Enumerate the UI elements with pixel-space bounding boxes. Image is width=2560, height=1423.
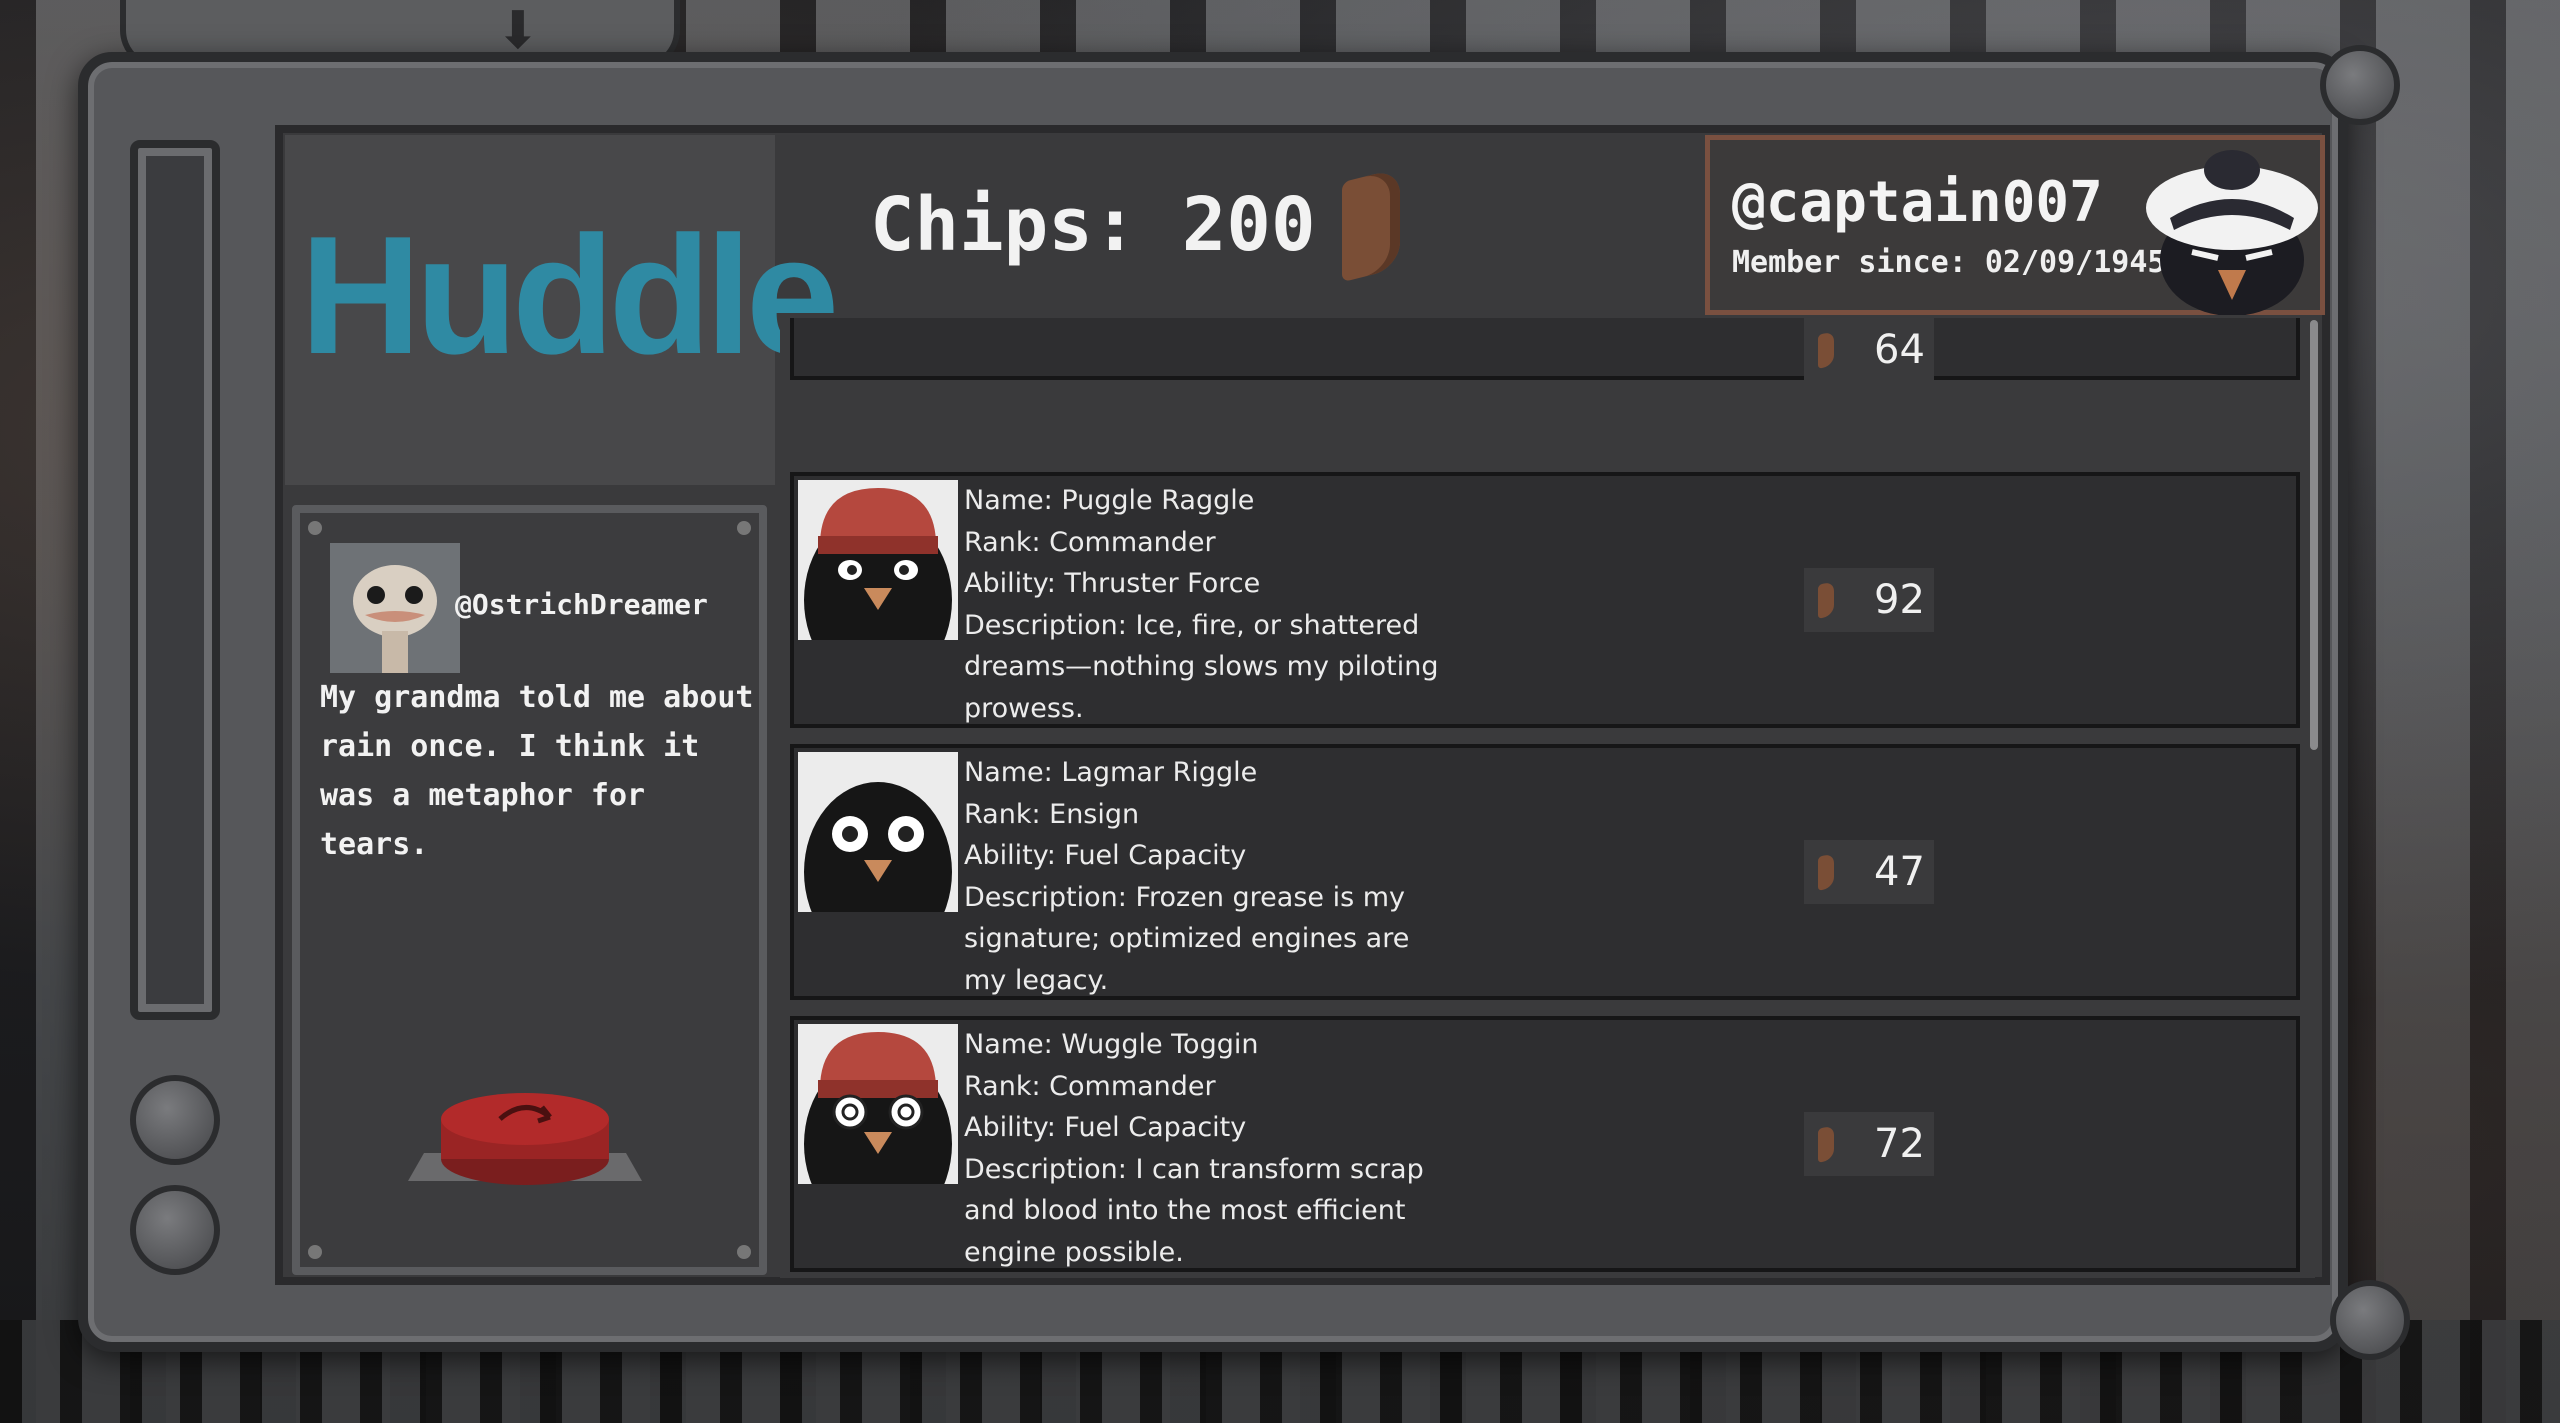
penguin-beanie-spiral-avatar <box>798 1024 958 1184</box>
crew-detail-line: Rank: Commander <box>964 526 1216 558</box>
chip-icon <box>1818 581 1834 619</box>
chip-icon <box>1818 1125 1834 1163</box>
left-slot <box>130 140 220 1020</box>
crew-card[interactable]: Name: Wuggle Toggin Rank: Commander Abilit… <box>790 1016 2300 1272</box>
price-value: 92 <box>1874 577 1925 623</box>
penguin-beanie-spiral-avatar-image <box>798 1024 958 1184</box>
price-value: 47 <box>1874 849 1925 895</box>
left-knob-upper <box>130 1075 220 1165</box>
penguin-beanie-avatar <box>798 480 958 640</box>
post-panel: @OstrichDreamer My grandma told me about… <box>292 505 767 1275</box>
crew-detail-line: Rank: Commander <box>964 1070 1216 1102</box>
post-text: My grandma told me about rain once. I th… <box>320 680 754 862</box>
chip-icon <box>1341 167 1400 283</box>
crew-detail-line: dreams—nothing slows my piloting <box>964 651 1439 682</box>
chips-display: Chips: 200 <box>870 167 1400 283</box>
crew-detail-line: Description: Ice, fire, or shattered <box>964 609 1420 641</box>
penguin-beanie-avatar-image <box>798 480 958 640</box>
crew-card[interactable]: Name: Lagmar Riggle Rank: Ensign Ability: … <box>790 744 2300 1000</box>
crew-detail-line: Description: Frozen grease is my <box>964 881 1406 913</box>
crew-detail-line: prowess. <box>964 692 1084 724</box>
crew-details: Name: Wuggle Toggin Rank: Commander Abilit… <box>964 1024 1484 1273</box>
penguin-goggles-avatar <box>798 752 958 912</box>
crew-detail-line: and blood into the most efficient <box>964 1195 1406 1226</box>
price-tag[interactable]: 72 <box>1804 1112 1934 1176</box>
crew-detail-line: Rank: Ensign <box>964 798 1140 830</box>
crew-detail-line: Ability: Fuel Capacity <box>964 1112 1247 1143</box>
crew-detail-line: Ability: Fuel Capacity <box>964 840 1247 871</box>
screw <box>737 521 751 535</box>
penguin-goggles-avatar-image <box>798 752 958 912</box>
app-logo: Huddle <box>300 201 839 389</box>
crew-detail-line: Description: I can transform scrap <box>964 1153 1424 1185</box>
left-knob-lower <box>130 1185 220 1275</box>
chip-icon <box>1818 331 1834 369</box>
price-value: 72 <box>1874 1121 1925 1167</box>
crew-card[interactable]: Name: Puggle Raggle Rank: Commander Abilit… <box>790 472 2300 728</box>
list-scrollbar[interactable] <box>2310 320 2318 750</box>
screw <box>737 1245 751 1259</box>
crew-details: Name: Lagmar Riggle Rank: Ensign Ability: … <box>964 752 1484 1001</box>
penguin-captain-avatar <box>2146 150 2318 315</box>
crew-detail-line: engine possible. <box>964 1236 1184 1268</box>
top-right-bolt <box>2320 45 2400 125</box>
crew-detail-line: Name: Lagmar Riggle <box>964 757 1258 788</box>
price-tag[interactable]: 47 <box>1804 840 1934 904</box>
user-handle: @captain007 <box>1732 170 2103 235</box>
post-handle: @OstrichDreamer <box>455 588 708 621</box>
refresh-button[interactable] <box>400 1073 650 1193</box>
crew-card[interactable]: Description: Ice, fire, or shattereddrea… <box>790 318 2300 382</box>
crew-detail-line: signature; optimized engines are <box>964 923 1410 954</box>
user-card[interactable]: @captain007 Member since: 02/09/1945 <box>1705 135 2325 315</box>
crew-list[interactable]: Description: Ice, fire, or shattered drea… <box>780 318 2315 1278</box>
crew-detail-line: my legacy. <box>964 964 1109 996</box>
price-tag[interactable]: 92 <box>1804 568 1934 632</box>
down-arrow-icon: ⬇ <box>496 1 540 61</box>
price-value: 64 <box>1874 327 1925 373</box>
ostrich-avatar <box>330 543 460 673</box>
member-since: Member since: 02/09/1945 <box>1732 245 2166 280</box>
crew-details: Name: Puggle Raggle Rank: Commander Abilit… <box>964 480 1484 729</box>
screw <box>308 1245 322 1259</box>
chip-icon <box>1818 853 1834 891</box>
bottom-right-bolt <box>2330 1280 2410 1360</box>
crew-list-viewport: Description: Ice, fire, or shattered drea… <box>780 318 2315 1278</box>
chips-label: Chips: 200 <box>870 182 1316 268</box>
crew-detail-line: Name: Puggle Raggle <box>964 485 1255 516</box>
crew-detail-line: Name: Wuggle Toggin <box>964 1029 1259 1060</box>
price-tag[interactable]: 64 <box>1804 318 1934 382</box>
screw <box>308 521 322 535</box>
crew-detail-line: Ability: Thruster Force <box>964 568 1261 599</box>
